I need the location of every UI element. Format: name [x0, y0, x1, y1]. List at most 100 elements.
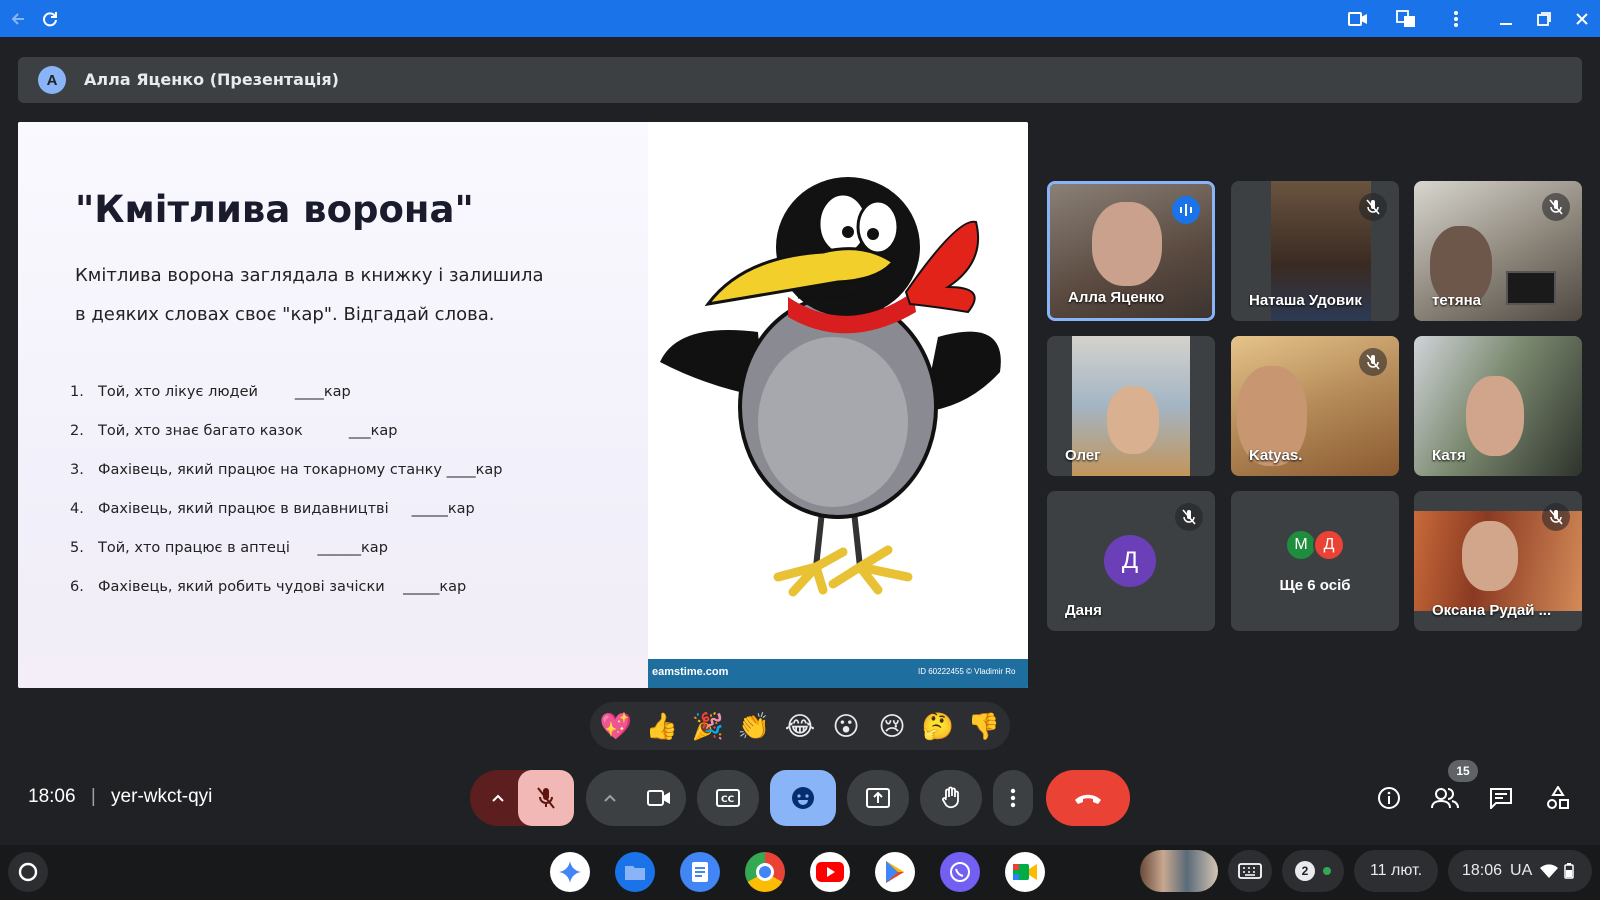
reaction-thumbs-down[interactable]: 👎: [961, 702, 1007, 750]
participant-face: [1466, 376, 1524, 456]
mic-off-icon[interactable]: [518, 770, 574, 826]
meeting-info: 18:06 | yer-wkct-qyi: [28, 786, 212, 808]
restore-icon[interactable]: [1530, 5, 1558, 33]
meeting-time: 18:06: [28, 786, 76, 807]
back-arrow-icon[interactable]: [4, 5, 32, 33]
participant-tile[interactable]: Катя: [1414, 336, 1582, 476]
participant-tile[interactable]: Олег: [1047, 336, 1215, 476]
camera-options-icon[interactable]: [588, 770, 632, 826]
image-id: ID 60222455 © Vladimir Ro: [918, 667, 1016, 676]
raise-hand-icon[interactable]: [920, 770, 982, 826]
participant-tile[interactable]: Оксана Рудай ...: [1414, 491, 1582, 631]
viber-icon[interactable]: [940, 852, 980, 892]
list-item: 5. Той, хто працює в аптеці ______кар: [70, 540, 388, 556]
launcher-icon[interactable]: [8, 852, 48, 892]
keyboard-icon[interactable]: [1228, 850, 1272, 892]
mic-options-icon[interactable]: [474, 770, 522, 826]
reaction-thinking[interactable]: 🤔: [915, 702, 961, 750]
participant-face: [1092, 202, 1162, 286]
translate-icon[interactable]: [1392, 5, 1420, 33]
date-tray[interactable]: 11 лют.: [1354, 850, 1438, 892]
captions-icon[interactable]: CC: [697, 770, 759, 826]
list-item: 3. Фахівець, який працює на токарному ста…: [70, 462, 503, 478]
reaction-thumbs-up[interactable]: 👍: [639, 702, 685, 750]
people-icon[interactable]: [1423, 776, 1467, 820]
participant-name: Оксана Рудай ...: [1432, 602, 1552, 619]
participant-name: Алла Яценко: [1068, 289, 1165, 306]
participant-tile[interactable]: Наташа Удовик: [1231, 181, 1399, 321]
participant-tile[interactable]: Д Даня: [1047, 491, 1215, 631]
list-item: 1. Той, хто лікує людей ____кар: [70, 384, 351, 400]
participant-face: [1462, 521, 1518, 591]
mic-off-icon: [1542, 193, 1570, 221]
slide-body: Кмітлива ворона заглядала в книжку і зал…: [75, 265, 544, 325]
activities-icon[interactable]: [1536, 776, 1580, 820]
participant-tile[interactable]: Алла Яценко: [1047, 181, 1215, 321]
docs-icon[interactable]: [680, 852, 720, 892]
status-dot-icon: [1323, 867, 1331, 875]
reaction-clap[interactable]: 👏: [731, 702, 777, 750]
info-icon[interactable]: [1367, 776, 1411, 820]
question-list: 1. Той, хто лікує людей ____кар 2. Той, хт…: [70, 384, 630, 618]
files-icon[interactable]: [615, 852, 655, 892]
participant-tile[interactable]: Katyas.: [1231, 336, 1399, 476]
participant-name: Даня: [1065, 602, 1102, 619]
reaction-heart[interactable]: 💖: [593, 702, 639, 750]
chat-icon[interactable]: [1479, 776, 1523, 820]
mic-off-icon: [1359, 193, 1387, 221]
participant-name: Наташа Удовик: [1249, 292, 1362, 309]
svg-text:CC: CC: [721, 795, 735, 805]
play-store-icon[interactable]: [875, 852, 915, 892]
crow-icon: [660, 177, 1001, 597]
notification-count: 2: [1295, 861, 1315, 881]
divider: |: [90, 786, 96, 807]
slide-title: "Кмітлива ворона": [75, 188, 474, 231]
window-preview-thumbnail[interactable]: [1140, 850, 1218, 892]
clock-label: 18:06: [1462, 862, 1503, 879]
speaking-indicator-icon: [1172, 196, 1200, 224]
more-participants-tile[interactable]: М Д Ще 6 осіб: [1231, 491, 1399, 631]
crow-illustration: eamstime.com ID 60222455 © Vladimir Ro: [648, 122, 1028, 688]
end-call-icon[interactable]: [1046, 770, 1130, 826]
gemini-icon[interactable]: [550, 852, 590, 892]
refresh-icon[interactable]: [36, 5, 64, 33]
participant-tile[interactable]: тетяна: [1414, 181, 1582, 321]
mic-off-icon: [1175, 503, 1203, 531]
list-item: 4. Фахівець, який працює в видавництві __…: [70, 501, 475, 517]
minimize-icon[interactable]: [1492, 5, 1520, 33]
more-vert-icon[interactable]: [1442, 5, 1470, 33]
battery-icon: [1564, 863, 1575, 879]
reaction-surprised[interactable]: 😮: [823, 702, 869, 750]
meeting-code: yer-wkct-qyi: [111, 786, 213, 807]
status-tray[interactable]: 18:06 UA: [1448, 850, 1592, 892]
close-icon[interactable]: [1568, 5, 1596, 33]
camera-icon[interactable]: [632, 770, 686, 826]
participant-name: Катя: [1432, 447, 1466, 464]
participant-name: тетяна: [1432, 292, 1481, 309]
reaction-laugh[interactable]: 😂: [777, 702, 823, 750]
youtube-icon[interactable]: [810, 852, 850, 892]
date-label: 11 лют.: [1369, 862, 1423, 879]
reaction-sad[interactable]: 😢: [869, 702, 915, 750]
monitor-icon: [1506, 271, 1556, 305]
reaction-party[interactable]: 🎉: [685, 702, 731, 750]
mic-off-icon: [1542, 503, 1570, 531]
present-icon[interactable]: [847, 770, 909, 826]
more-vert-icon[interactable]: [993, 770, 1033, 826]
participant-face: [1107, 386, 1159, 454]
meet-icon[interactable]: [1005, 852, 1045, 892]
presentation-banner: A Алла Яценко (Презентація): [18, 57, 1582, 103]
chrome-icon[interactable]: [745, 852, 785, 892]
participant-avatar: Д: [1313, 529, 1345, 561]
participant-name: Katyas.: [1249, 447, 1303, 464]
notification-tray[interactable]: 2: [1282, 850, 1344, 892]
emoji-icon[interactable]: [770, 770, 836, 826]
more-participants-label: Ще 6 осіб: [1279, 577, 1351, 594]
presenter-avatar: A: [38, 66, 66, 94]
camera-icon[interactable]: [1344, 5, 1372, 33]
region-label: UA: [1510, 862, 1533, 879]
participant-avatar: Д: [1104, 535, 1156, 587]
reactions-bar: 💖 👍 🎉 👏 😂 😮 😢 🤔 👎: [590, 702, 1010, 750]
presentation-slide: "Кмітлива ворона" Кмітлива ворона загляд…: [18, 122, 1028, 688]
presentation-title: Алла Яценко (Презентація): [84, 70, 339, 89]
